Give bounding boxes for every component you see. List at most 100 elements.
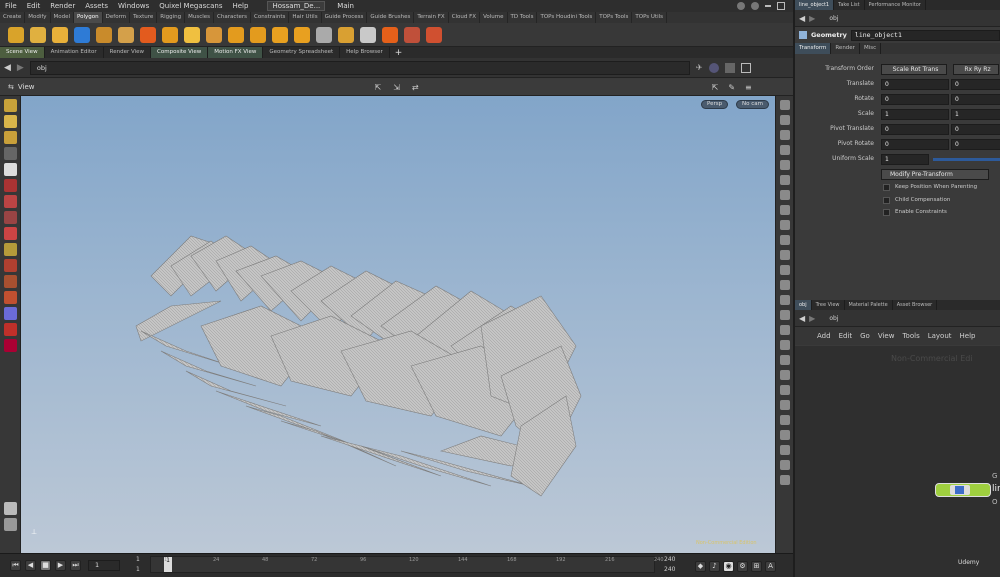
vertex-icon[interactable] [780, 205, 790, 215]
shelf-tab-tops-utils[interactable]: TOPs Utils [632, 12, 668, 23]
poly-extrude-icon[interactable] [8, 26, 24, 43]
ring-tool-icon[interactable] [4, 307, 17, 320]
grid-icon[interactable] [780, 310, 790, 320]
end-frame-2[interactable]: 240 [664, 566, 675, 573]
child-compensation-checkbox[interactable] [883, 197, 890, 204]
poly-cube-icon[interactable] [52, 26, 68, 43]
end-frame[interactable]: 240 [664, 556, 675, 563]
shelf-tab-hair-utils[interactable]: Hair Utils [289, 12, 322, 23]
shelf-tab-terrain-fx[interactable]: Terrain FX [414, 12, 449, 23]
scale-y[interactable]: 1 [951, 109, 1000, 120]
pane-tab-render-view[interactable]: Render View [104, 47, 152, 58]
shelf-tab-deform[interactable]: Deform [103, 12, 131, 23]
pane-tab-help-browser[interactable]: Help Browser [340, 47, 390, 58]
network-fwd-icon[interactable]: ▶ [809, 314, 815, 323]
layout-icon[interactable] [780, 385, 790, 395]
start-frame[interactable]: 1 [136, 556, 140, 563]
sound-icon[interactable]: ♪ [709, 561, 720, 572]
play-back-icon[interactable]: ◀ [25, 560, 36, 571]
poly-planet-icon[interactable] [206, 26, 222, 43]
go-end-icon[interactable]: ⏭ [70, 560, 81, 571]
globe-icon[interactable] [708, 62, 719, 73]
snap-grid-icon[interactable] [780, 325, 790, 335]
shelf-tab-texture[interactable]: Texture [130, 12, 158, 23]
lock-camera-icon[interactable] [780, 475, 790, 485]
pane-tab-scene-view[interactable]: Scene View [0, 47, 45, 58]
select-mode-icon[interactable]: ⇱ [375, 83, 382, 92]
shelf-tab-constraints[interactable]: Constraints [251, 12, 290, 23]
translate-tool-icon[interactable] [4, 131, 17, 144]
shaded-icon[interactable] [780, 130, 790, 140]
tab-performance[interactable]: Performance Monitor [865, 0, 926, 10]
tab-line-object[interactable]: line_object1 [795, 0, 835, 10]
forward-arrow-icon[interactable]: ▶ [17, 63, 24, 73]
pane-tab-geometry-spreadsheet[interactable]: Geometry Spreadsheet [263, 47, 341, 58]
prim-icon[interactable] [780, 235, 790, 245]
network-menu-go[interactable]: Go [860, 332, 870, 340]
poly-diamond4-icon[interactable] [272, 26, 288, 43]
translate-x[interactable]: 0 [881, 79, 949, 90]
brush-icon[interactable] [316, 26, 332, 43]
restore-icon[interactable] [777, 2, 785, 10]
minimize-icon[interactable] [765, 5, 771, 7]
fire-icon[interactable] [382, 26, 398, 43]
path-field[interactable]: obj [29, 60, 690, 75]
realtime-icon[interactable]: ◉ [723, 561, 734, 572]
shelf-tab-tops-houdini-tools[interactable]: TOPs Houdini Tools [537, 12, 597, 23]
poly-diamond5-icon[interactable] [294, 26, 310, 43]
param-back-icon[interactable]: ◀ [799, 14, 805, 23]
shelf-tab-rigging[interactable]: Rigging [157, 12, 186, 23]
paint-tool-icon[interactable] [4, 291, 17, 304]
network-menu-tools[interactable]: Tools [902, 332, 919, 340]
scale-tool-icon[interactable] [4, 195, 17, 208]
shelf-tab-characters[interactable]: Characters [214, 12, 252, 23]
frame-field[interactable]: 1 [88, 560, 120, 571]
shelf-tab-muscles[interactable]: Muscles [185, 12, 214, 23]
background-icon[interactable] [780, 340, 790, 350]
planet-ring-icon[interactable] [338, 26, 354, 43]
pivot-translate-y[interactable]: 0 [951, 124, 1000, 135]
normals-icon[interactable] [780, 175, 790, 185]
tab-transform[interactable]: Transform [795, 43, 832, 54]
visualize-icon[interactable] [780, 400, 790, 410]
quadview-icon[interactable] [780, 460, 790, 470]
stamp-icon[interactable] [404, 26, 420, 43]
pivot-rotate-x[interactable]: 0 [881, 139, 949, 150]
param-fwd-icon[interactable]: ▶ [809, 14, 815, 23]
cloud-tool-icon[interactable] [360, 26, 376, 43]
menu-edit[interactable]: Edit [22, 2, 46, 10]
select-mode2-icon[interactable]: ⇲ [393, 83, 400, 92]
edge-icon[interactable] [780, 220, 790, 230]
menu-help[interactable]: Help [227, 2, 253, 10]
handle-tool-icon[interactable] [4, 163, 17, 176]
book-icon[interactable] [426, 26, 442, 43]
tab-material-palette[interactable]: Material Palette [845, 300, 893, 310]
cam-button[interactable]: No cam [736, 100, 769, 109]
menu-file[interactable]: File [0, 2, 22, 10]
tab-obj[interactable]: obj [795, 300, 812, 310]
tab-misc[interactable]: Misc [860, 43, 882, 54]
pane-tab-animation-editor[interactable]: Animation Editor [45, 47, 104, 58]
node-name-field[interactable]: line_object1 [850, 29, 1000, 41]
select-tool-icon[interactable] [4, 99, 17, 112]
rotate-y[interactable]: 0 [951, 94, 1000, 105]
scene-viewport[interactable]: Persp No cam ⊥ Non-Commercial Edition [21, 96, 775, 553]
menu-quixel[interactable]: Quixel Megascans [154, 2, 227, 10]
translate-y[interactable]: 0 [951, 79, 1000, 90]
shelf-tab-polygon[interactable]: Polygon [74, 12, 103, 23]
main-selector[interactable]: Main [333, 2, 358, 10]
network-menu-edit[interactable]: Edit [839, 332, 853, 340]
stop-icon[interactable]: ■ [40, 560, 51, 571]
param-path[interactable]: obj [829, 15, 838, 22]
rotate-x[interactable]: 0 [881, 94, 949, 105]
shelf-tab-modify[interactable]: Modify [25, 12, 51, 23]
brush-tool-icon[interactable] [4, 211, 17, 224]
overlay-icon[interactable] [780, 370, 790, 380]
back-arrow-icon[interactable]: ◀ [4, 63, 11, 73]
update-icon[interactable] [737, 2, 745, 10]
menu-assets[interactable]: Assets [80, 2, 113, 10]
lasso-tool-icon[interactable] [4, 275, 17, 288]
info-tool-icon[interactable] [4, 518, 17, 531]
network-menu-layout[interactable]: Layout [928, 332, 952, 340]
poly-sphere-icon[interactable] [140, 26, 156, 43]
